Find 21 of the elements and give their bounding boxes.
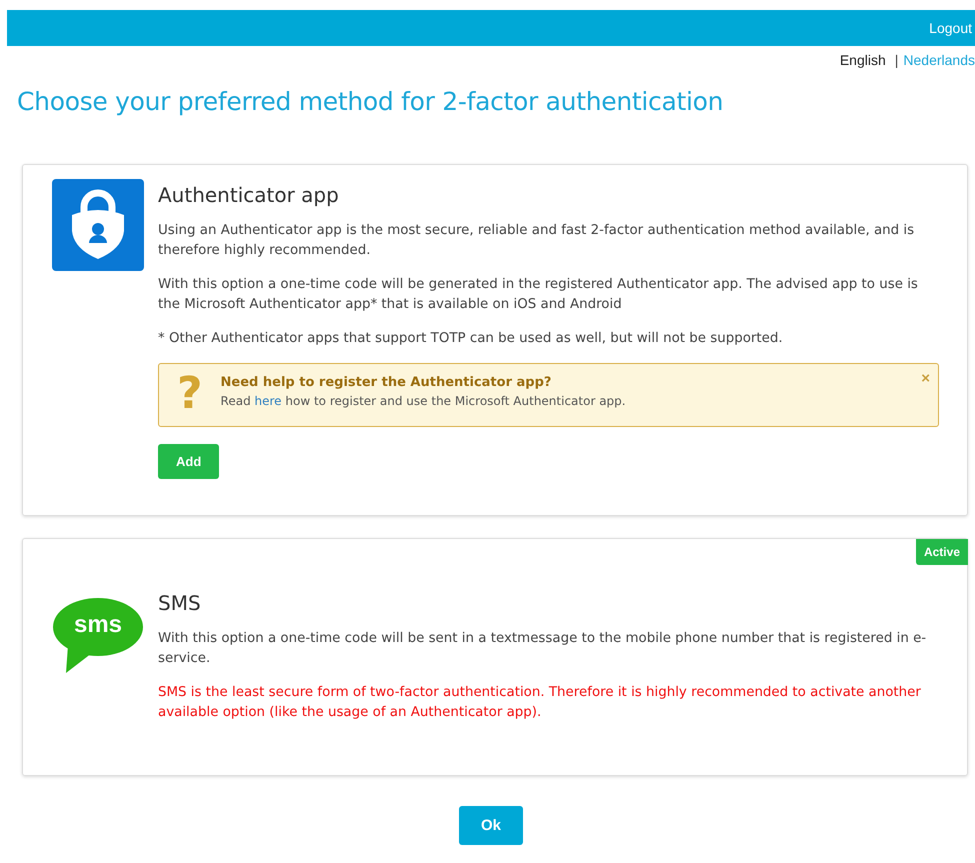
description-text: Using an Authenticator app is the most secure, reliable and fast 2-factor authentication method available, and is therefore highly recommended. [158, 222, 916, 260]
warning-text: SMS is the least secure form of two-factor authentication. Therefore it is highly recommended to activate another available option (like the usage of an Authenticator app). [158, 684, 922, 722]
method-title: SMS [158, 591, 202, 615]
page-title: Choose your preferred method for 2-factor authentication [17, 87, 724, 116]
shield-lock-icon [52, 179, 144, 271]
language-link[interactable]: English [840, 52, 886, 68]
close-button[interactable]: × [921, 370, 930, 387]
language-link[interactable]: Nederlands [903, 52, 975, 68]
question-icon: ? [177, 372, 203, 416]
ok-button[interactable]: Ok [458, 806, 523, 845]
logout-link[interactable]: Logout [929, 20, 975, 36]
help-text: Read here how to register and use the Microsoft Authenticator app. [220, 394, 626, 408]
status-badge: Active [916, 539, 968, 565]
add-button[interactable]: Add [158, 444, 220, 479]
help-link[interactable]: here [254, 394, 282, 408]
separator: | [894, 52, 898, 68]
description-text: With this option a one-time code will be sent in a textmessage to the mobile phone number that is registered in e-service. [158, 630, 928, 668]
method-title: Authenticator app [158, 183, 340, 207]
help-title: Need help to register the Authenticator app? [220, 375, 552, 390]
description-text: With this option a one-time code will be generated in the registered Authenticator app. The advised app to use is the Microsoft Authenticator app* that is available on iOS and Android [158, 276, 919, 314]
description-text: * Other Authenticator apps that support TOTP can be used as well, but will not be supported. [158, 330, 784, 348]
